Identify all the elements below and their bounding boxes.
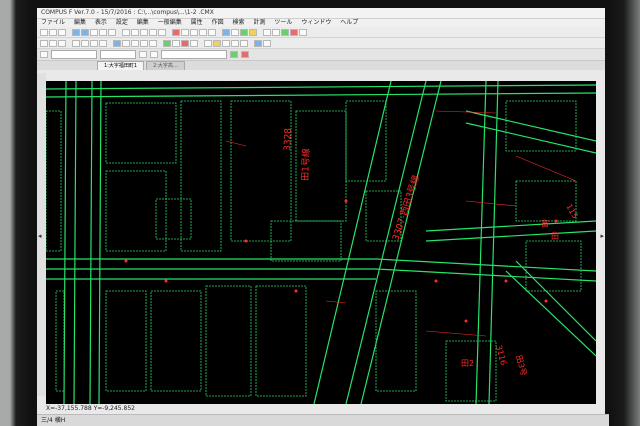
map-drawing-canvas[interactable]: 3328 田1号線 3307-西田3号線 3116 田3号 田2 富 田 115 — [46, 81, 596, 404]
menu-draw[interactable]: 作図 — [212, 19, 224, 26]
status-bar: 三/4 横H — [37, 414, 609, 426]
redo-icon[interactable] — [108, 28, 116, 36]
line-tool-icon[interactable] — [122, 28, 130, 36]
import-icon[interactable] — [240, 39, 248, 47]
polyline-tool-icon[interactable] — [131, 28, 139, 36]
trim-icon[interactable] — [113, 39, 121, 47]
block-2-label: 田 — [551, 232, 559, 241]
line-color-icon[interactable] — [230, 51, 238, 58]
menu-bar: ファイル 編集 表示 設定 編集 一般編集 属性 作図 検索 計測 ツール ウィ… — [37, 19, 605, 27]
select-icon[interactable] — [40, 39, 48, 47]
delete-icon[interactable] — [172, 28, 180, 36]
extend-icon[interactable] — [122, 39, 130, 47]
menu-general-edit[interactable]: 一般編集 — [158, 19, 182, 26]
annotation-icon[interactable] — [181, 39, 189, 47]
tab-document-2[interactable]: 2:大字高... — [146, 61, 185, 70]
scale-field[interactable] — [100, 50, 136, 59]
window-select-icon[interactable] — [49, 39, 57, 47]
menu-edit-2[interactable]: 編集 — [137, 19, 149, 26]
snap-icon[interactable] — [231, 28, 239, 36]
refresh-icon[interactable] — [254, 39, 262, 47]
join-icon[interactable] — [140, 39, 148, 47]
road-icon[interactable] — [172, 39, 180, 47]
arc-icon[interactable] — [81, 39, 89, 47]
stop-icon[interactable] — [290, 28, 298, 36]
pan-icon[interactable] — [90, 28, 98, 36]
menu-settings[interactable]: 設定 — [116, 19, 128, 26]
text-color-icon[interactable] — [241, 51, 249, 58]
style-field[interactable] — [161, 50, 227, 59]
color-icon[interactable] — [281, 28, 289, 36]
print-icon[interactable] — [272, 28, 280, 36]
menu-tools[interactable]: ツール — [274, 19, 292, 26]
document-tabs: 1:大字福田町1 2:大字高... — [37, 61, 605, 70]
menu-edit[interactable]: 編集 — [74, 19, 86, 26]
attribute-icon[interactable] — [249, 28, 257, 36]
hatch-icon[interactable] — [90, 39, 98, 47]
toolbar-row-2 — [37, 38, 605, 49]
menu-file[interactable]: ファイル — [41, 19, 65, 26]
dimension-icon[interactable] — [99, 39, 107, 47]
point-icon[interactable] — [72, 39, 80, 47]
help-icon[interactable] — [299, 28, 307, 36]
symbol-icon[interactable] — [190, 39, 198, 47]
move-icon[interactable] — [181, 28, 189, 36]
export-icon[interactable] — [231, 39, 239, 47]
grid-icon[interactable] — [263, 28, 271, 36]
menu-window[interactable]: ウィンドウ — [301, 19, 331, 26]
menu-view[interactable]: 表示 — [95, 19, 107, 26]
parcel-icon[interactable] — [163, 39, 171, 47]
layer-icon[interactable] — [240, 28, 248, 36]
zoom-in-icon[interactable] — [72, 28, 80, 36]
zoom-out-icon[interactable] — [81, 28, 89, 36]
route-d-label: 田2 — [461, 359, 474, 368]
text-tool-icon[interactable] — [158, 28, 166, 36]
lock-icon[interactable] — [139, 51, 147, 58]
menu-search[interactable]: 検索 — [233, 19, 245, 26]
visible-icon[interactable] — [150, 51, 158, 58]
layer-toggle-icon[interactable] — [40, 51, 48, 58]
scroll-right-arrow-icon[interactable]: ▸ — [600, 232, 604, 240]
menu-measure[interactable]: 計測 — [253, 19, 265, 26]
option-strip — [37, 49, 605, 61]
menu-attribute[interactable]: 属性 — [191, 19, 203, 26]
save-icon[interactable] — [58, 28, 66, 36]
block-1-label: 富 — [541, 218, 549, 228]
layer-field[interactable] — [51, 50, 97, 59]
tab-document-1[interactable]: 1:大字福田町1 — [97, 61, 145, 70]
lasso-icon[interactable] — [58, 39, 66, 47]
table-icon[interactable] — [222, 39, 230, 47]
undo-icon[interactable] — [99, 28, 107, 36]
cadastral-map-svg: 3328 田1号線 3307-西田3号線 3116 田3号 田2 富 田 115 — [46, 81, 596, 404]
cursor-coordinates: X=-37,155.788 Y=-9,245.852 — [46, 405, 135, 413]
measure-icon[interactable] — [222, 28, 230, 36]
circle-tool-icon[interactable] — [149, 28, 157, 36]
toolbar-row-1 — [37, 27, 605, 38]
rectangle-tool-icon[interactable] — [140, 28, 148, 36]
settings-icon[interactable] — [263, 39, 271, 47]
break-icon[interactable] — [149, 39, 157, 47]
copy-icon[interactable] — [190, 28, 198, 36]
offset-icon[interactable] — [131, 39, 139, 47]
rotate-icon[interactable] — [199, 28, 207, 36]
menu-help[interactable]: ヘルプ — [340, 19, 358, 26]
mirror-icon[interactable] — [208, 28, 216, 36]
new-file-icon[interactable] — [40, 28, 48, 36]
window-title: COMPUS F Ver.7.0 - 15/7/2016 : C:\...\co… — [37, 8, 605, 19]
open-folder-icon[interactable] — [49, 28, 57, 36]
property-icon[interactable] — [204, 39, 212, 47]
scroll-left-arrow-icon[interactable]: ◂ — [38, 232, 42, 240]
highlight-icon[interactable] — [213, 39, 221, 47]
route-number-label: 3328 — [283, 128, 294, 152]
